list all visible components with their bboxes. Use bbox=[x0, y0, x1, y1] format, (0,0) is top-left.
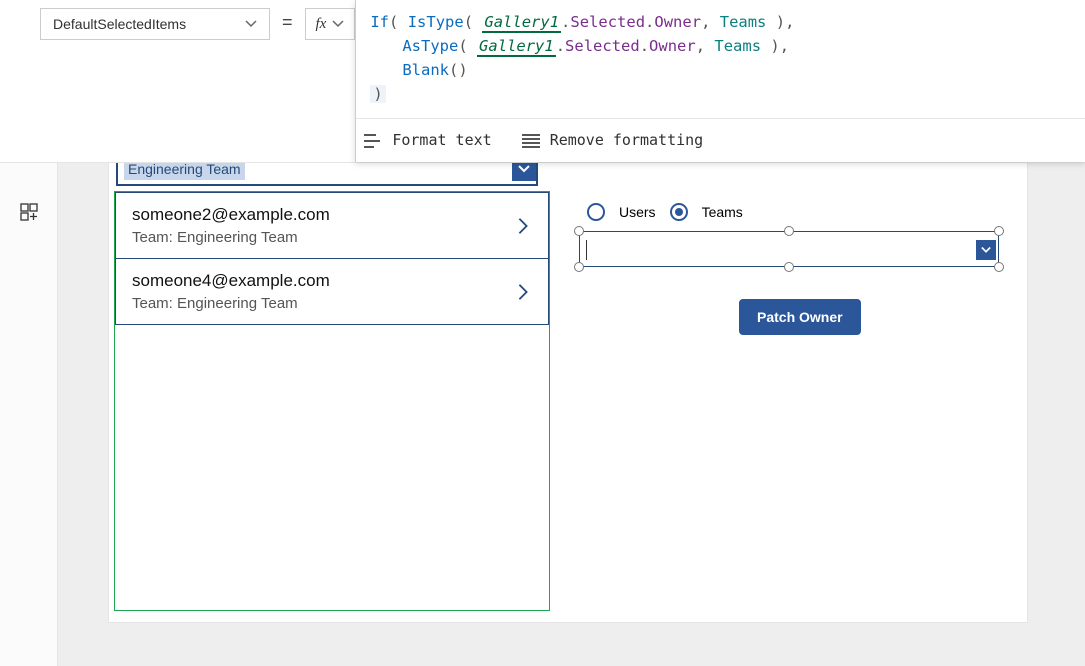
chevron-right-icon bbox=[514, 217, 532, 235]
fx-label: fx bbox=[316, 16, 327, 33]
patch-owner-button[interactable]: Patch Owner bbox=[739, 299, 861, 335]
format-text-button[interactable]: Format text bbox=[364, 129, 491, 152]
radio-teams-2[interactable] bbox=[670, 203, 688, 221]
gallery-item-email: someone2@example.com bbox=[132, 205, 330, 225]
gallery-item-email: someone4@example.com bbox=[132, 271, 330, 291]
fx-indicator[interactable]: fx bbox=[305, 8, 356, 40]
gallery-item-team: Team: Engineering Team bbox=[132, 229, 330, 246]
components-icon[interactable] bbox=[19, 202, 39, 222]
remove-formatting-label: Remove formatting bbox=[550, 129, 704, 152]
formula-editor[interactable]: If( IsType( Gallery1.Selected.Owner, Tea… bbox=[355, 0, 1085, 162]
resize-handle[interactable] bbox=[994, 226, 1004, 236]
gallery-item[interactable]: someone2@example.com Team: Engineering T… bbox=[115, 192, 549, 258]
resize-handle[interactable] bbox=[994, 262, 1004, 272]
remove-formatting-button[interactable]: Remove formatting bbox=[522, 129, 704, 152]
gallery[interactable]: someone2@example.com Team: Engineering T… bbox=[114, 191, 550, 611]
formula-line-2: AsType( Gallery1.Selected.Owner, Teams )… bbox=[370, 34, 1071, 58]
radio-teams-2-label: Teams bbox=[702, 204, 743, 220]
chevron-down-icon bbox=[245, 18, 257, 30]
equals-label: = bbox=[282, 12, 293, 33]
format-icon bbox=[364, 134, 382, 148]
formula-line-4: ) bbox=[370, 82, 1071, 106]
chevron-down-icon[interactable] bbox=[976, 240, 996, 260]
right-filter-radios: Users Teams bbox=[587, 203, 743, 221]
formula-line-1: If( IsType( Gallery1.Selected.Owner, Tea… bbox=[370, 10, 1071, 34]
app-canvas[interactable]: All Users Teams Engineering Team someone… bbox=[108, 98, 1028, 623]
formula-line-3: Blank() bbox=[370, 58, 1071, 82]
resize-handle[interactable] bbox=[784, 226, 794, 236]
property-dropdown[interactable]: DefaultSelectedItems bbox=[40, 8, 270, 40]
resize-handle[interactable] bbox=[574, 262, 584, 272]
gallery-item-team: Team: Engineering Team bbox=[132, 295, 330, 312]
format-text-label: Format text bbox=[392, 129, 491, 152]
chevron-right-icon bbox=[514, 283, 532, 301]
text-caret bbox=[586, 240, 587, 260]
chevron-down-icon bbox=[332, 18, 344, 30]
formula-toolbar: Format text Remove formatting bbox=[356, 118, 1085, 162]
formula-bar: DefaultSelectedItems = fx If( IsType( Ga… bbox=[0, 0, 1085, 163]
radio-users-2-label: Users bbox=[619, 204, 656, 220]
resize-handle[interactable] bbox=[784, 262, 794, 272]
property-value: DefaultSelectedItems bbox=[53, 16, 186, 32]
selected-combobox-control[interactable] bbox=[579, 231, 999, 267]
remove-format-icon bbox=[522, 134, 540, 148]
resize-handle[interactable] bbox=[574, 226, 584, 236]
gallery-item[interactable]: someone4@example.com Team: Engineering T… bbox=[115, 258, 549, 325]
radio-users-2[interactable] bbox=[587, 203, 605, 221]
